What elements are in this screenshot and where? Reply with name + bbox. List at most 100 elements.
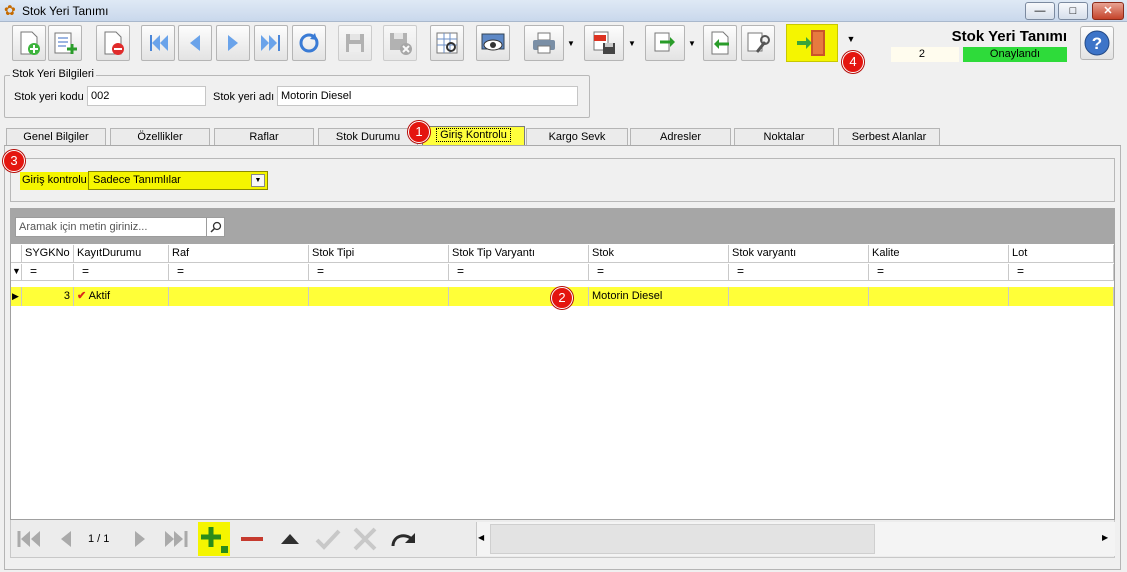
horizontal-scroll-thumb[interactable]	[490, 524, 875, 554]
stock-location-group-title: Stok Yeri Bilgileri	[10, 68, 96, 80]
cell-stock-type[interactable]	[309, 287, 449, 306]
window-title: Stok Yeri Tanımı	[22, 4, 109, 18]
annotation-badge-1: 1	[408, 121, 430, 143]
row-selector-icon[interactable]: ▶	[11, 287, 22, 306]
tab-properties[interactable]: Özellikler	[110, 128, 210, 145]
nav-add-button[interactable]	[198, 522, 230, 556]
nav-previous-button[interactable]	[50, 522, 82, 556]
filter-cell-lot[interactable]: =	[1009, 264, 1114, 281]
cancel-save-button[interactable]	[383, 25, 417, 61]
column-header-quality[interactable]: Kalite	[869, 245, 1009, 263]
tab-entry-control[interactable]: Giriş Kontrolu	[422, 126, 525, 145]
entry-control-selected-value: Sadece Tanımlılar	[93, 174, 181, 186]
export-icon	[654, 32, 675, 52]
save-icon	[346, 34, 364, 52]
tab-shelves[interactable]: Raflar	[214, 128, 314, 145]
column-header-status[interactable]: KayıtDurumu	[74, 245, 169, 263]
nav-confirm-button[interactable]	[312, 522, 344, 556]
filter-cell-sygkno[interactable]: =	[22, 264, 74, 281]
add-list-button[interactable]	[48, 25, 82, 61]
scroll-right-arrow[interactable]: ▶	[1102, 533, 1108, 542]
cell-sygkno[interactable]: 3	[22, 287, 74, 306]
view-button[interactable]	[476, 25, 510, 61]
search-input[interactable]: Aramak için metin giriniz...	[15, 217, 207, 237]
annotation-badge-3: 3	[3, 150, 25, 172]
cell-stock[interactable]: Motorin Diesel	[589, 287, 729, 306]
nav-refresh-button[interactable]	[388, 522, 420, 556]
cell-quality[interactable]	[869, 287, 1009, 306]
search-button[interactable]	[206, 217, 225, 237]
form-title: Stok Yeri Tanımı	[951, 28, 1067, 45]
exit-button[interactable]	[786, 24, 838, 62]
column-header-raf[interactable]: Raf	[169, 245, 309, 263]
next-record-button[interactable]	[216, 25, 250, 61]
report-preview-button[interactable]	[430, 25, 464, 61]
tab-cargo-shipment[interactable]: Kargo Sevk	[526, 128, 628, 145]
filter-cell-stock-type[interactable]: =	[309, 264, 449, 281]
entry-control-select[interactable]: Sadece Tanımlılar ▼	[88, 171, 268, 190]
stock-code-field[interactable]: 002	[87, 86, 206, 106]
first-icon	[17, 531, 40, 547]
column-header-sygkno[interactable]: SYGKNo	[22, 245, 74, 263]
help-button[interactable]: ?	[1080, 26, 1114, 60]
annotation-badge-2: 2	[551, 287, 573, 309]
filter-cell-raf[interactable]: =	[169, 264, 309, 281]
stock-name-field[interactable]: Motorin Diesel	[277, 86, 578, 106]
add-list-icon	[54, 32, 77, 54]
tab-general-info[interactable]: Genel Bilgiler	[6, 128, 106, 145]
nav-first-button[interactable]	[13, 522, 45, 556]
tab-addresses[interactable]: Adresler	[630, 128, 731, 145]
filter-cell-status[interactable]: =	[74, 264, 169, 281]
tab-divider	[4, 145, 1121, 146]
print-dropdown-arrow[interactable]: ▼	[565, 25, 577, 61]
filter-cell-stock[interactable]: =	[589, 264, 729, 281]
tab-points[interactable]: Noktalar	[734, 128, 834, 145]
filter-cell-stock-type-variant[interactable]: =	[449, 264, 589, 281]
nav-next-button[interactable]	[124, 522, 156, 556]
close-window-button[interactable]: ✕	[1092, 2, 1124, 20]
chevron-down-icon[interactable]: ▼	[251, 174, 265, 187]
nav-move-up-button[interactable]	[274, 522, 306, 556]
tab-stock-status[interactable]: Stok Durumu	[318, 128, 418, 145]
export-button[interactable]	[645, 25, 685, 61]
pdf-export-button[interactable]	[584, 25, 624, 61]
filter-cell-quality[interactable]: =	[869, 264, 1009, 281]
cell-stock-variant[interactable]	[729, 287, 869, 306]
column-header-stock-type[interactable]: Stok Tipi	[309, 245, 449, 263]
pdf-dropdown-arrow[interactable]: ▼	[626, 25, 638, 61]
stock-name-label: Stok yeri adı	[213, 91, 275, 103]
maximize-button[interactable]: □	[1058, 2, 1088, 20]
new-record-button[interactable]	[12, 25, 46, 61]
help-icon: ?	[1084, 30, 1110, 56]
nav-delete-button[interactable]	[236, 522, 268, 556]
column-header-stock-variant[interactable]: Stok varyantı	[729, 245, 869, 263]
print-button[interactable]	[524, 25, 564, 61]
svg-text:?: ?	[1092, 34, 1102, 53]
import-button[interactable]	[703, 25, 737, 61]
nav-cancel-button[interactable]	[349, 522, 381, 556]
delete-record-button[interactable]	[96, 25, 130, 61]
nav-last-button[interactable]	[160, 522, 192, 556]
scroll-left-arrow[interactable]: ◀	[478, 533, 484, 542]
refresh-button[interactable]	[292, 25, 326, 61]
column-header-lot[interactable]: Lot	[1009, 245, 1114, 263]
filter-cell-stock-variant[interactable]: =	[729, 264, 869, 281]
export-dropdown-arrow[interactable]: ▼	[686, 25, 698, 61]
first-record-button[interactable]	[141, 25, 175, 61]
tab-free-fields[interactable]: Serbest Alanlar	[838, 128, 940, 145]
last-record-button[interactable]	[254, 25, 288, 61]
view-icon	[481, 33, 505, 51]
previous-record-button[interactable]	[178, 25, 212, 61]
cell-lot[interactable]	[1009, 287, 1114, 306]
previous-icon	[61, 531, 71, 547]
minimize-button[interactable]: —	[1025, 2, 1055, 20]
cell-raf[interactable]	[169, 287, 309, 306]
column-header-stock[interactable]: Stok	[589, 245, 729, 263]
save-button[interactable]	[338, 25, 372, 61]
settings-button[interactable]	[741, 25, 775, 61]
new-document-icon	[20, 31, 40, 55]
entry-control-label: Giriş kontrolu	[20, 172, 89, 190]
column-header-stock-type-variant[interactable]: Stok Tip Varyantı	[449, 245, 589, 263]
next-icon	[135, 531, 145, 547]
cell-status[interactable]: ✔ Aktif	[74, 287, 169, 306]
